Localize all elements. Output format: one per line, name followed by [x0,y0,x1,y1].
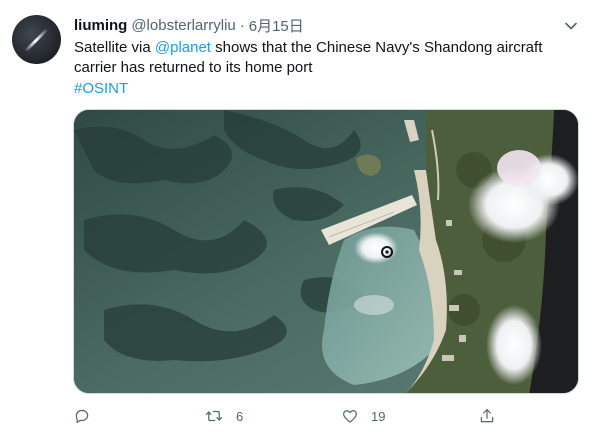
retweet-button[interactable]: 6 [204,404,243,428]
heart-icon [343,410,357,423]
tweet-text: Satellite via @planet shows that the Chi… [74,38,564,78]
mention-link[interactable]: @planet [155,39,211,56]
retweet-count: 6 [236,408,244,424]
hashtag-line: #OSINT [74,79,128,99]
action-bar: 6 19 [73,404,513,428]
like-count: 19 [371,408,386,424]
reply-button[interactable] [73,404,103,428]
tweet-text-part1: Satellite via [74,39,155,56]
hashtag-link[interactable]: #OSINT [74,80,128,97]
tweet-card[interactable]: liuming @lobsterlarryliu · 6月15日 Satelli… [0,0,595,444]
more-chevron-icon[interactable] [561,16,581,36]
author-display-name[interactable]: liuming [74,17,127,34]
header-separator: · [239,16,245,34]
avatar-streak [24,28,49,52]
author-handle[interactable]: @lobsterlarryliu [131,17,235,34]
share-button[interactable] [478,404,496,428]
tweet-date[interactable]: 6月15日 [249,15,304,36]
share-icon [480,409,494,423]
retweet-icon [205,410,223,422]
satellite-image[interactable] [73,109,579,394]
tweet-header: liuming @lobsterlarryliu · 6月15日 [74,15,304,35]
avatar[interactable] [12,15,61,64]
reply-icon [75,409,89,424]
like-button[interactable]: 19 [341,404,385,428]
